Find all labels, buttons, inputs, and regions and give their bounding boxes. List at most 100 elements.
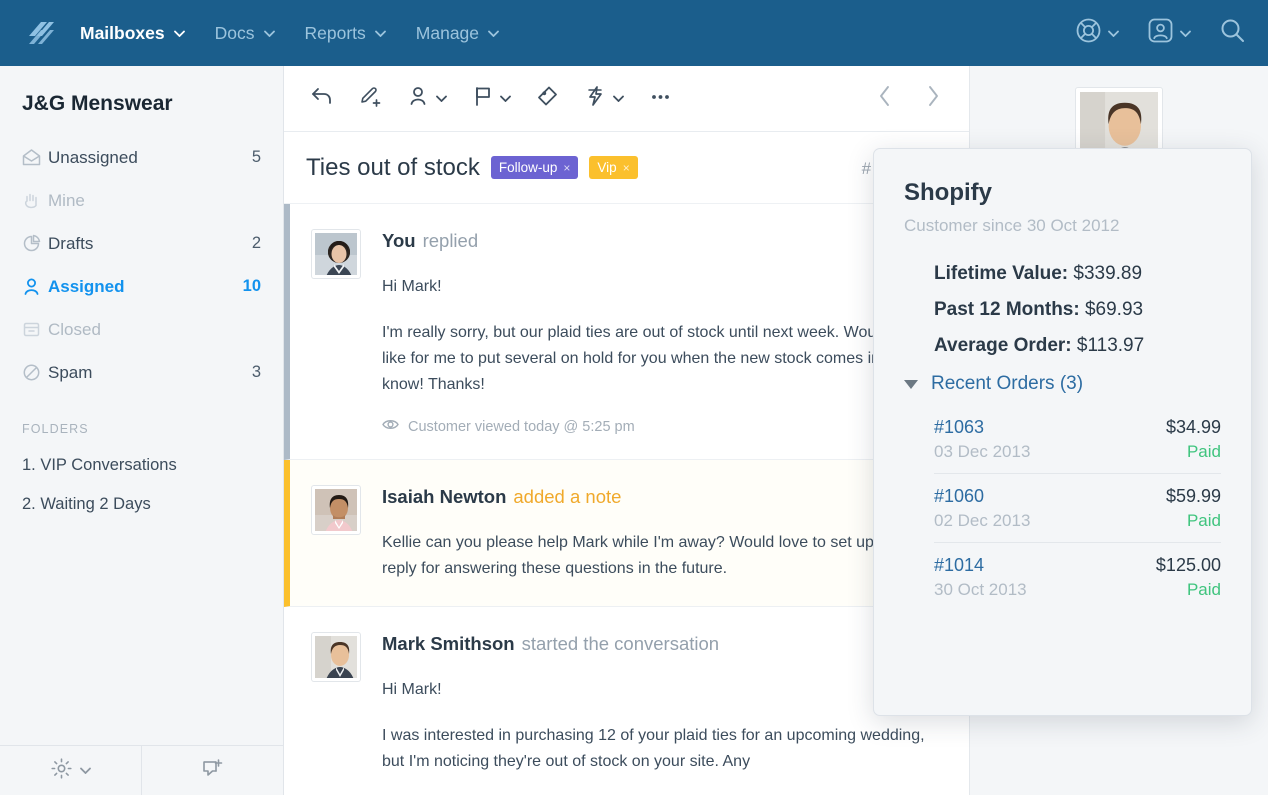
message-paragraph: Hi Mark!: [382, 681, 442, 698]
order-amount: $34.99: [1165, 417, 1221, 437]
sidebar-item-closed[interactable]: Closed: [0, 308, 283, 351]
folder-list: Unassigned 5 Mine Drafts 2 Assigned 10 C…: [0, 136, 283, 394]
popup-subtitle: Customer since 30 Oct 2012: [904, 216, 1120, 235]
order-amount: $59.99: [1165, 486, 1221, 506]
recent-orders-heading: Recent Orders (3): [931, 373, 1084, 394]
search-icon: [1219, 17, 1246, 49]
sidebar-item-waiting-2-days[interactable]: 2. Waiting 2 Days: [0, 485, 283, 524]
assign-button[interactable]: [404, 81, 450, 117]
nav-item-reports-label: Reports: [304, 22, 366, 43]
reply-button[interactable]: [306, 81, 337, 117]
order-row: #1060 $59.99 02 Dec 2013 Paid: [934, 474, 1221, 543]
top-navigation-bar: Mailboxes Docs Reports Manage: [0, 0, 1268, 66]
order-date: 03 Dec 2013: [934, 442, 1031, 461]
sidebar-item-assigned-count: 10: [242, 277, 261, 295]
message-action: started the conversation: [521, 633, 720, 654]
order-id[interactable]: #1063: [934, 417, 984, 438]
order-date: 30 Oct 2013: [934, 580, 1027, 599]
tag-remove-icon[interactable]: ×: [623, 161, 630, 175]
sidebar-item-unassigned[interactable]: Unassigned 5: [0, 136, 283, 179]
previous-conversation-button[interactable]: [871, 83, 899, 114]
order-secondary-line: 02 Dec 2013 Paid: [934, 507, 1221, 531]
tag-follow-up[interactable]: Follow-up ×: [490, 156, 579, 179]
conversation-subject-bar: Ties out of stock Follow-up × Vip × # 16…: [284, 132, 969, 204]
stat-average-order-label: Average Order:: [934, 335, 1072, 356]
sidebar-bottom-bar: [0, 745, 283, 795]
add-note-icon: [358, 84, 383, 114]
order-secondary-line: 03 Dec 2013 Paid: [934, 438, 1221, 462]
message-header: Isaiah Newton added a note: [382, 486, 945, 508]
reply-icon: [309, 84, 334, 114]
archive-icon: [22, 320, 48, 339]
recent-orders-toggle[interactable]: Recent Orders (3): [904, 373, 1221, 395]
assign-person-icon: [407, 84, 432, 114]
sidebar-item-closed-label: Closed: [48, 319, 101, 339]
help-menu-button[interactable]: [1075, 17, 1119, 49]
stat-lifetime-value-amount: $339.89: [1073, 263, 1143, 284]
message-item: Isaiah Newton added a note Kellie can yo…: [284, 460, 969, 607]
message-header: Mark Smithson started the conversation 4…: [382, 633, 945, 655]
status-button[interactable]: [468, 81, 514, 117]
message-thread: You replied 3 h Hi Mark! I'm really sorr…: [284, 204, 969, 795]
conversation-number-hash: #: [861, 158, 872, 178]
avatar: [312, 230, 360, 278]
sidebar-item-mine[interactable]: Mine: [0, 179, 283, 222]
page-title: Ties out of stock: [306, 153, 480, 181]
chevron-down-icon: [80, 767, 91, 774]
workflow-button[interactable]: [581, 81, 627, 117]
nav-item-manage-label: Manage: [415, 22, 480, 43]
stat-past-12-months: Past 12 Months: $69.93: [934, 299, 1221, 321]
status-badge: Paid: [1186, 580, 1221, 599]
message-paragraph: Kellie can you please help Mark while I'…: [382, 534, 935, 577]
workflow-lightning-icon: [584, 84, 609, 114]
more-options-button[interactable]: [645, 81, 676, 117]
shopify-customer-popup: Shopify Customer since 30 Oct 2012 Lifet…: [873, 148, 1252, 716]
hand-icon: [22, 191, 48, 210]
message-author: Isaiah Newton: [382, 486, 507, 507]
chevron-down-icon: [1180, 30, 1191, 37]
lifebuoy-icon: [1075, 17, 1102, 49]
tag-button[interactable]: [532, 81, 563, 117]
order-primary-line: #1060 $59.99: [934, 486, 1221, 507]
chevron-down-icon: [488, 30, 499, 37]
popup-stats: Lifetime Value: $339.89 Past 12 Months: …: [904, 263, 1221, 357]
nav-item-reports[interactable]: Reports: [305, 23, 386, 44]
next-conversation-button[interactable]: [919, 83, 947, 114]
person-icon: [22, 277, 48, 296]
message-action: added a note: [513, 486, 622, 507]
sidebar-item-spam[interactable]: Spam 3: [0, 351, 283, 394]
sidebar-item-vip-conversations[interactable]: 1. VIP Conversations: [0, 446, 283, 485]
helpscout-logo[interactable]: [0, 16, 80, 50]
sidebar-item-assigned-label: Assigned: [48, 276, 125, 296]
order-primary-line: #1063 $34.99: [934, 417, 1221, 438]
sidebar-item-drafts[interactable]: Drafts 2: [0, 222, 283, 265]
chevron-down-icon: [1108, 30, 1119, 37]
drafts-icon: [22, 234, 48, 253]
add-note-button[interactable]: [355, 81, 386, 117]
stat-average-order-amount: $113.97: [1076, 335, 1145, 356]
main-nav-items: Mailboxes Docs Reports Manage: [80, 23, 499, 44]
message-action: replied: [422, 230, 479, 251]
mailbox-settings-button[interactable]: [0, 746, 141, 795]
nav-item-mailboxes[interactable]: Mailboxes: [80, 23, 185, 44]
message-paragraph: I was interested in purchasing 12 of you…: [382, 727, 925, 770]
tag-vip[interactable]: Vip ×: [589, 156, 638, 179]
search-button[interactable]: [1219, 17, 1246, 49]
sidebar-item-spam-label: Spam: [48, 362, 93, 382]
order-id[interactable]: #1060: [934, 486, 984, 507]
sidebar-item-assigned[interactable]: Assigned 10: [0, 265, 283, 308]
avatar: [312, 486, 360, 534]
nav-item-docs[interactable]: Docs: [215, 23, 275, 44]
message-item: You replied 3 h Hi Mark! I'm really sorr…: [284, 204, 969, 460]
order-id[interactable]: #1014: [934, 555, 984, 576]
avatar: [312, 633, 360, 681]
message-viewed-status: Customer viewed today @ 5:25 pm: [382, 418, 945, 435]
message-author: You: [382, 230, 416, 251]
chevron-down-icon: [374, 30, 386, 37]
tag-remove-icon[interactable]: ×: [563, 161, 570, 175]
account-menu-button[interactable]: [1147, 17, 1191, 49]
triangle-down-icon: [904, 379, 918, 389]
nav-item-manage[interactable]: Manage: [416, 23, 499, 44]
new-conversation-button[interactable]: [141, 746, 283, 795]
message-author: Mark Smithson: [382, 633, 515, 654]
